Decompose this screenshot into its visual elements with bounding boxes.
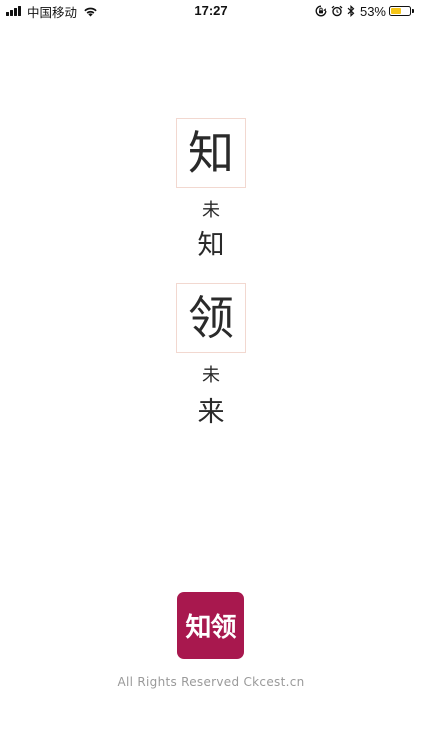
orientation-lock-icon: [315, 5, 327, 17]
title-char-lai: 来: [197, 397, 225, 428]
bluetooth-icon: [347, 5, 355, 17]
app-logo: 知领: [177, 592, 244, 659]
title-char-zhi: 知: [197, 230, 225, 261]
title-char-box-ling: 领: [176, 283, 246, 353]
alarm-icon: [331, 5, 343, 17]
copyright-text: All Rights Reserved Ckcest.cn: [117, 675, 305, 689]
status-bar-right: 53%: [311, 3, 414, 19]
status-bar: 中国移动 17:27 53%: [0, 0, 422, 22]
battery-percent: 53%: [359, 3, 386, 19]
battery-level-fill: [391, 8, 401, 14]
battery-icon: [389, 6, 411, 16]
title-char-box-zhi: 知: [176, 118, 246, 188]
title-char-wei-1: 未: [202, 200, 220, 221]
title-char-wei-2: 未: [202, 365, 220, 386]
battery-cap: [412, 9, 414, 13]
